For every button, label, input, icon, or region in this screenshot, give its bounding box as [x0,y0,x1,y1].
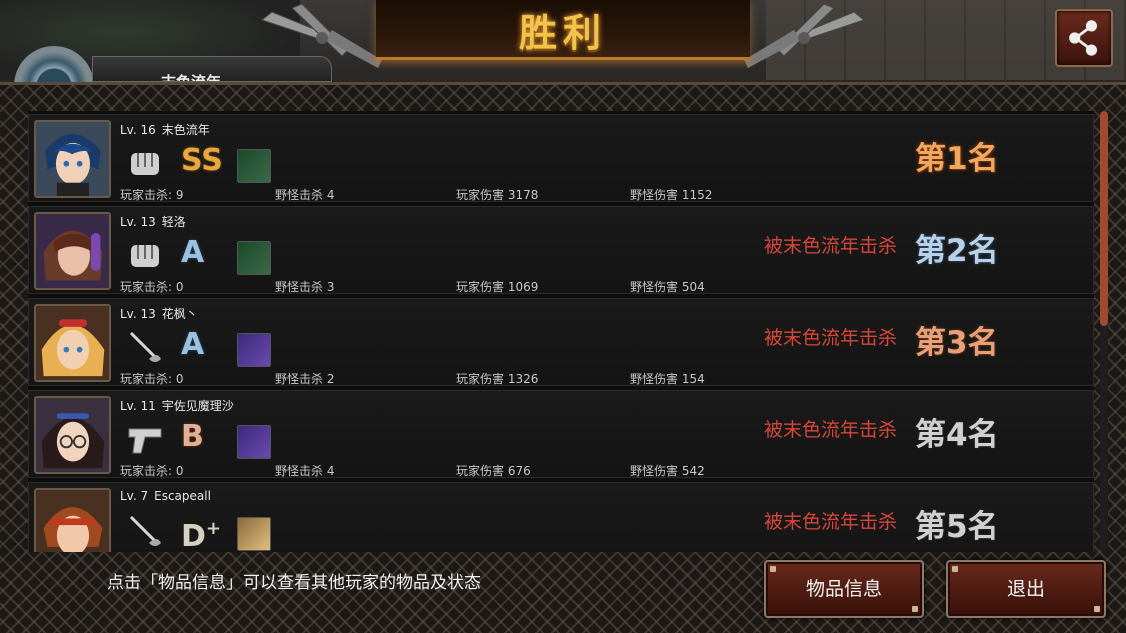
rank-label: 第3名 [915,325,999,361]
killed-by-text: 被末色流年击杀 [763,327,897,349]
player-row[interactable]: Lv. 13 花枫丶 A 玩家击杀: 0 野怪击杀 2 玩家伤害 1326 野怪伤… [28,298,1094,386]
list-scrollbar[interactable] [1100,111,1108,552]
scrollbar-thumb[interactable] [1100,111,1108,326]
player-portrait [34,120,111,198]
grade-badge: B [181,419,204,454]
fist-icon [125,145,165,181]
monster-kills: 野怪击杀 2 [275,372,335,386]
results-list[interactable]: Lv. 16 末色流年 SS 玩家击杀: 9 野怪击杀 4 玩家伤害 3178 野… [28,111,1094,552]
item-info-button[interactable]: 物品信息 [764,560,924,618]
monster-damage: 野怪伤害 1152 [630,188,713,202]
player-level: Lv. 7 [120,489,149,503]
player-name-line: Lv. 7 Escapeall [120,489,211,503]
grade-badge: A [181,235,205,270]
player-row[interactable]: Lv. 11 宇佐见魔理沙 B 玩家击杀: 0 野怪击杀 4 玩家伤害 676 野… [28,390,1094,478]
crossed-guns-left-icon [252,0,392,72]
title-banner: 胜利 [376,0,750,60]
grade-badge: A [181,327,205,362]
monster-damage: 野怪伤害 542 [630,464,705,478]
rank-badge [14,46,94,86]
winner-name: 末色流年 [161,73,222,82]
player-name-line: Lv. 13 轻洛 [120,213,186,230]
player-portrait [34,212,111,290]
player-name-line: Lv. 13 花枫丶 [120,305,198,322]
player-level: Lv. 11 [120,399,156,413]
player-name: Escapeall [154,489,211,503]
rapier-icon [125,513,165,549]
monster-kills: 野怪击杀 4 [275,188,335,202]
player-damage: 玩家伤害 1069 [456,280,539,294]
purple-item-icon[interactable] [237,333,271,367]
killed-by-text: 被末色流年击杀 [763,235,897,257]
crossed-guns-right-icon [734,0,874,72]
grade-badge: D+ [181,518,221,552]
monster-kills: 野怪击杀 3 [275,280,335,294]
zombie-item-icon[interactable] [237,241,271,275]
player-kills: 玩家击杀: 0 [120,280,184,294]
player-portrait [34,396,111,474]
player-name: 宇佐见魔理沙 [161,399,234,413]
monster-kills: 野怪击杀 4 [275,464,335,478]
purple-item-icon[interactable] [237,425,271,459]
player-portrait [34,304,111,382]
fist-icon [125,237,165,273]
player-row[interactable]: Lv. 13 轻洛 A 玩家击杀: 0 野怪击杀 3 玩家伤害 1069 野怪伤害… [28,206,1094,294]
hint-text: 点击「物品信息」可以查看其他玩家的物品及状态 [107,573,481,593]
player-name: 末色流年 [161,123,210,137]
player-name: 轻洛 [161,215,186,229]
player-damage: 玩家伤害 1326 [456,372,539,386]
share-icon [1069,20,1098,56]
player-name-line: Lv. 16 末色流年 [120,121,210,138]
player-damage: 玩家伤害 676 [456,464,531,478]
rank-label: 第4名 [915,417,999,453]
player-name: 花枫丶 [161,307,198,321]
share-button[interactable] [1055,9,1113,67]
player-kills: 玩家击杀: 0 [120,372,184,386]
player-portrait [34,488,111,552]
player-row[interactable]: Lv. 7 Escapeall D+ 被末色流年击杀 第5名 [28,482,1094,552]
player-kills: 玩家击杀: 9 [120,188,184,202]
rank-label: 第2名 [915,233,999,269]
rank-label: 第5名 [915,509,999,545]
player-level: Lv. 13 [120,307,156,321]
rank-label: 第1名 [915,141,999,177]
player-damage: 玩家伤害 3178 [456,188,539,202]
pistol-icon [125,421,165,457]
player-row[interactable]: Lv. 16 末色流年 SS 玩家击杀: 9 野怪击杀 4 玩家伤害 3178 野… [28,114,1094,202]
monster-damage: 野怪伤害 154 [630,372,705,386]
monster-damage: 野怪伤害 504 [630,280,705,294]
player-kills: 玩家击杀: 0 [120,464,184,478]
page-title: 胜利 [518,11,607,55]
rapier-icon [125,329,165,365]
exit-button[interactable]: 退出 [946,560,1106,618]
player-level: Lv. 13 [120,215,156,229]
gold-item-icon[interactable] [237,517,271,551]
killed-by-text: 被末色流年击杀 [763,419,897,441]
zombie-item-icon[interactable] [237,149,271,183]
player-level: Lv. 16 [120,123,156,137]
killed-by-text: 被末色流年击杀 [763,511,897,533]
player-name-line: Lv. 11 宇佐见魔理沙 [120,397,234,414]
grade-badge: SS [181,143,223,178]
